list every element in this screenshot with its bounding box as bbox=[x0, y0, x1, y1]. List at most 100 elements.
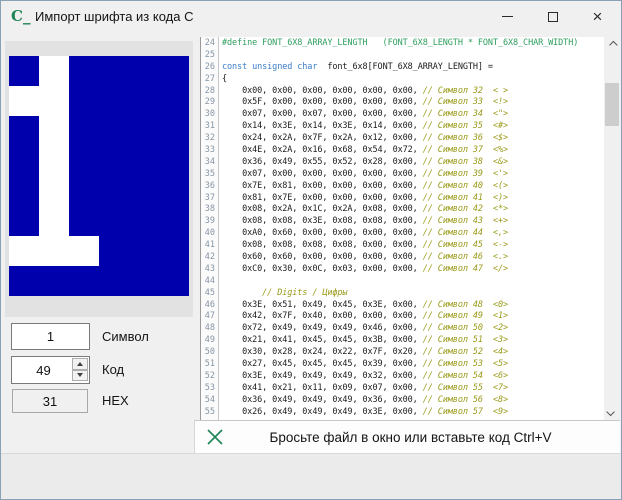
code-line: 0x08, 0x2A, 0x1C, 0x2A, 0x08, 0x00, // С… bbox=[222, 204, 508, 215]
symbol-label: Символ bbox=[102, 329, 149, 344]
code-line: 0x26, 0x49, 0x49, 0x49, 0x3E, 0x00, // С… bbox=[222, 406, 508, 417]
line-number: 46 bbox=[204, 299, 215, 310]
glyph-pixel bbox=[99, 266, 129, 296]
glyph-grid bbox=[9, 56, 189, 296]
code-line: 0x72, 0x49, 0x49, 0x49, 0x46, 0x00, // С… bbox=[222, 323, 508, 334]
line-number: 52 bbox=[204, 370, 215, 381]
code-editor[interactable]: 24 25 26 27 28 29 30 31 32 33 34 35 36 37 38 39 40 41 42 43… bbox=[200, 37, 604, 420]
spin-up-icon bbox=[77, 361, 83, 366]
code-line: 0x07, 0x00, 0x00, 0x00, 0x00, 0x00, // С… bbox=[222, 168, 508, 179]
scrollbar-thumb[interactable] bbox=[605, 83, 619, 126]
glyph-pixel bbox=[9, 266, 39, 296]
glyph-pixel bbox=[69, 266, 99, 296]
glyph-preview-panel bbox=[5, 41, 193, 317]
code-line: { bbox=[222, 73, 228, 84]
symbol-value: 1 bbox=[46, 329, 55, 344]
maximize-button[interactable] bbox=[530, 1, 575, 32]
line-number: 41 bbox=[204, 240, 215, 251]
line-number: 36 bbox=[204, 180, 215, 191]
drop-zone[interactable]: Бросьте файл в окно или вставьте код Ctr… bbox=[194, 420, 620, 453]
glyph-pixel bbox=[99, 206, 129, 236]
code-line: 0x30, 0x28, 0x24, 0x22, 0x7F, 0x20, // С… bbox=[222, 347, 508, 358]
spin-up-button[interactable] bbox=[72, 358, 88, 370]
glyph-pixel bbox=[39, 176, 69, 206]
code-line: 0x60, 0x60, 0x00, 0x00, 0x00, 0x00, // С… bbox=[222, 252, 508, 263]
line-number: 54 bbox=[204, 394, 215, 405]
symbol-input[interactable]: 1 bbox=[11, 323, 90, 350]
gutter: 24 25 26 27 28 29 30 31 32 33 34 35 36 37 38 39 40 41 42 43… bbox=[201, 37, 219, 420]
line-number: 50 bbox=[204, 347, 215, 358]
glyph-pixel bbox=[129, 236, 159, 266]
glyph-pixel bbox=[69, 146, 99, 176]
code-line: 0x4E, 0x2A, 0x16, 0x68, 0x54, 0x72, // С… bbox=[222, 145, 508, 156]
line-number: 28 bbox=[204, 85, 215, 96]
code-line: 0x36, 0x49, 0x49, 0x49, 0x36, 0x00, // С… bbox=[222, 394, 508, 405]
line-number: 42 bbox=[204, 252, 215, 263]
glyph-pixel bbox=[39, 266, 69, 296]
code-line: 0x14, 0x3E, 0x14, 0x3E, 0x14, 0x00, // С… bbox=[222, 121, 508, 132]
glyph-pixel bbox=[39, 116, 69, 146]
drop-hint: Бросьте файл в окно или вставьте код Ctr… bbox=[269, 429, 552, 445]
glyph-pixel bbox=[69, 56, 99, 86]
maximize-icon bbox=[547, 11, 558, 22]
glyph-pixel bbox=[99, 236, 129, 266]
glyph-pixel bbox=[69, 236, 99, 266]
glyph-pixel bbox=[159, 116, 189, 146]
chevron-up-icon bbox=[609, 40, 618, 50]
glyph-pixel bbox=[159, 236, 189, 266]
line-number: 55 bbox=[204, 406, 215, 417]
glyph-pixel bbox=[99, 116, 129, 146]
editor-scrollbar[interactable] bbox=[604, 37, 620, 420]
line-number: 27 bbox=[204, 73, 215, 84]
glyph-pixel bbox=[69, 176, 99, 206]
line-number: 24 bbox=[204, 38, 215, 48]
glyph-pixel bbox=[159, 86, 189, 116]
line-number: 33 bbox=[204, 145, 215, 156]
code-line: const unsigned char font_6x8[FONT_6X8_AR… bbox=[222, 61, 493, 72]
line-number: 35 bbox=[204, 168, 215, 179]
close-button[interactable]: × bbox=[575, 1, 620, 32]
glyph-pixel bbox=[9, 176, 39, 206]
window-title: Импорт шрифта из кода C bbox=[35, 9, 194, 24]
line-number: 45 bbox=[204, 287, 215, 298]
hex-value: 31 bbox=[42, 393, 58, 409]
spin-down-button[interactable] bbox=[72, 369, 88, 381]
minimize-icon bbox=[502, 16, 513, 17]
code-label: Код bbox=[102, 362, 125, 377]
code-value: 49 bbox=[36, 362, 51, 378]
glyph-pixel bbox=[9, 116, 39, 146]
line-number: 47 bbox=[204, 311, 215, 322]
glyph-pixel bbox=[9, 86, 39, 116]
line-number: 43 bbox=[204, 263, 215, 274]
line-number: 26 bbox=[204, 61, 215, 72]
scroll-down-button[interactable] bbox=[604, 404, 620, 420]
code-line: 0x7E, 0x81, 0x00, 0x00, 0x00, 0x00, // С… bbox=[222, 180, 508, 191]
glyph-pixel bbox=[99, 176, 129, 206]
clear-x-icon[interactable] bbox=[205, 427, 225, 447]
code-line: 0x21, 0x41, 0x45, 0x45, 0x3B, 0x00, // С… bbox=[222, 335, 508, 346]
line-number: 34 bbox=[204, 156, 215, 167]
glyph-pixel bbox=[99, 56, 129, 86]
code-spinner[interactable]: 49 bbox=[11, 356, 90, 384]
code-line: 0x5F, 0x00, 0x00, 0x00, 0x00, 0x00, // С… bbox=[222, 97, 508, 108]
minimize-button[interactable] bbox=[485, 1, 530, 32]
line-number: 44 bbox=[204, 275, 215, 286]
scroll-up-button[interactable] bbox=[604, 37, 620, 53]
glyph-pixel bbox=[39, 146, 69, 176]
code-line: #define FONT_6X8_ARRAY_LENGTH (FONT_6X8_… bbox=[222, 38, 579, 48]
code-line: 0x08, 0x08, 0x3E, 0x08, 0x08, 0x00, // С… bbox=[222, 216, 508, 227]
glyph-pixel bbox=[39, 236, 69, 266]
line-number: 30 bbox=[204, 109, 215, 120]
glyph-pixel bbox=[159, 206, 189, 236]
glyph-pixel bbox=[129, 176, 159, 206]
code-lines: #define FONT_6X8_ARRAY_LENGTH (FONT_6X8_… bbox=[219, 37, 604, 420]
import-font-dialog: C_ Импорт шрифта из кода C × 1 Символ 49… bbox=[0, 0, 622, 500]
glyph-pixel bbox=[39, 86, 69, 116]
statusbar: matrixFont, © Riva C_ ? ✓ bbox=[1, 453, 621, 499]
code-line: 0x3E, 0x51, 0x49, 0x45, 0x3E, 0x00, // С… bbox=[222, 299, 508, 310]
code-line: 0x3E, 0x49, 0x49, 0x49, 0x32, 0x00, // С… bbox=[222, 370, 508, 381]
spin-down-icon bbox=[77, 373, 83, 378]
code-line: 0xA0, 0x60, 0x00, 0x00, 0x00, 0x00, // С… bbox=[222, 228, 508, 239]
line-number: 49 bbox=[204, 335, 215, 346]
glyph-pixel bbox=[129, 56, 159, 86]
